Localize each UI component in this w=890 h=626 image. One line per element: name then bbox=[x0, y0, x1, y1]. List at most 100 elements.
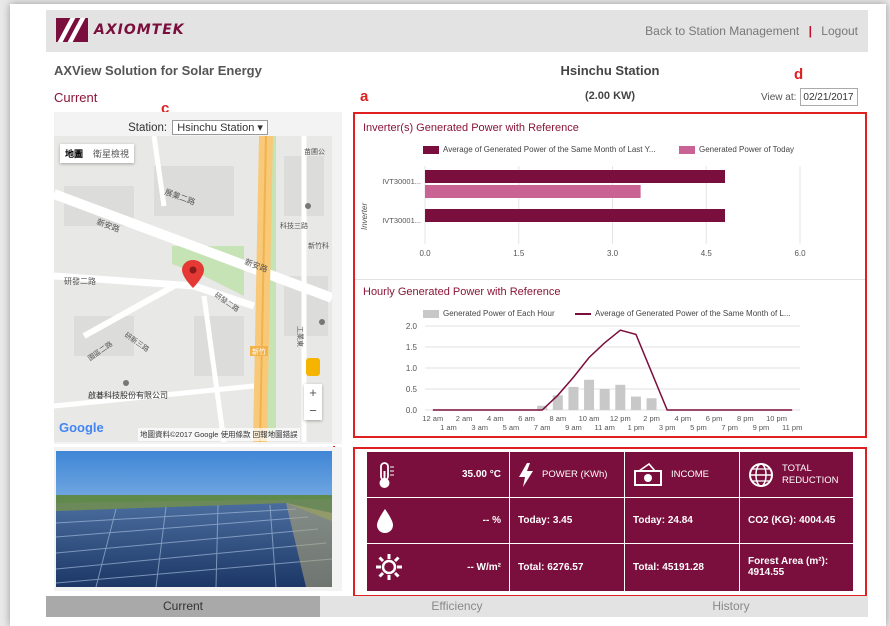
x-tick-label: 1.5 bbox=[513, 249, 525, 258]
street-view-pegman-icon[interactable] bbox=[306, 358, 320, 376]
irradiance-cell: -- W/m² bbox=[367, 544, 509, 590]
station-select-value: Hsinchu Station bbox=[177, 122, 255, 134]
hour-bar bbox=[584, 379, 595, 410]
x-tick-label-bottom: 5 am bbox=[503, 423, 520, 432]
station-power: (2.00 KW) bbox=[584, 90, 636, 102]
logo-mark-icon bbox=[56, 18, 88, 42]
hourly-chart-title: Hourly Generated Power with Reference bbox=[363, 286, 561, 298]
x-tick-label-bottom: 1 am bbox=[440, 423, 457, 432]
x-tick-label-top: 4 am bbox=[487, 414, 504, 423]
x-tick-label-bottom: 9 pm bbox=[753, 423, 770, 432]
hourly-chart: 2.0 1.5 1.0 0.5 0.0 12 am 2 am 4 am 6 am 8 am 10 a… bbox=[406, 322, 802, 432]
station-select-row: Station: Hsinchu Station ▾ bbox=[54, 120, 342, 135]
marker-d: d bbox=[794, 66, 804, 83]
co2-value: CO2 (KG): 4004.45 bbox=[740, 498, 853, 544]
svg-text:新竹科: 新竹科 bbox=[308, 241, 329, 250]
y-tick-label: 0.0 bbox=[406, 406, 418, 415]
x-tick-label-bottom: 3 am bbox=[471, 423, 488, 432]
reduction-header-line1: TOTAL bbox=[782, 462, 812, 474]
bottom-tab-bar: Current Efficiency History bbox=[46, 596, 868, 617]
station-map[interactable]: 新安路 新安路 研發二路 展業二路 科技三路 研新三路 研發二路 新竹科 苗圃公… bbox=[54, 136, 332, 442]
x-tick-label-bottom: 9 am bbox=[565, 423, 582, 432]
view-at: View at: bbox=[761, 88, 859, 106]
hourly-legend-each[interactable]: Generated Power of Each Hour bbox=[423, 309, 555, 318]
y-axis-label: Inverter bbox=[360, 203, 369, 230]
axiomtek-logo[interactable]: AXIOMTEK bbox=[56, 18, 185, 42]
inverter-legend-today[interactable]: Generated Power of Today bbox=[679, 145, 794, 154]
irradiance-value: -- W/m² bbox=[467, 561, 501, 573]
map-attribution[interactable]: 地圖資料©2017 Google 使用條款 回報地圖錯誤 bbox=[138, 428, 300, 441]
map-canvas: 新安路 新安路 研發二路 展業二路 科技三路 研新三路 研發二路 新竹科 苗圃公… bbox=[54, 136, 332, 442]
x-tick-label-bottom: 3 pm bbox=[659, 423, 676, 432]
water-drop-icon bbox=[377, 508, 393, 533]
logo-text: AXIOMTEK bbox=[94, 22, 185, 38]
y-tick-label: 2.0 bbox=[406, 322, 418, 331]
income-header: INCOME bbox=[625, 452, 739, 498]
income-column: INCOME Today: 24.84 Total: 45191.28 bbox=[625, 452, 740, 591]
reduction-header: TOTAL REDUCTION bbox=[740, 452, 853, 498]
hour-bar bbox=[599, 389, 610, 410]
temperature-cell: 35.00 °C bbox=[367, 452, 509, 498]
tab-current[interactable]: Current bbox=[46, 596, 320, 617]
inverter-legend-avg-label: Average of Generated Power of the Same M… bbox=[443, 145, 656, 154]
stats-panel: 35.00 °C -- % -- W/m² POWER (KWh) Today:… bbox=[353, 447, 867, 597]
hourly-legend-each-label: Generated Power of Each Hour bbox=[443, 309, 555, 318]
x-tick-label-bottom: 7 pm bbox=[721, 423, 738, 432]
inverter-bar-chart: Inverter 0.0 1.5 3.0 4.5 6.0 IVT30001... IVT300… bbox=[360, 166, 806, 258]
x-tick-label: 3.0 bbox=[607, 249, 619, 258]
x-tick-label: 0.0 bbox=[419, 249, 431, 258]
power-header: POWER (KWh) bbox=[510, 452, 624, 498]
y-tick-label: 1.0 bbox=[406, 364, 418, 373]
tab-history[interactable]: History bbox=[594, 596, 868, 617]
x-tick-label-top: 10 pm bbox=[766, 414, 787, 423]
marker-a: a bbox=[360, 88, 369, 105]
humidity-cell: -- % bbox=[367, 498, 509, 544]
x-tick-label-top: 6 pm bbox=[706, 414, 723, 423]
x-tick-label-top: 6 am bbox=[518, 414, 535, 423]
station-select[interactable]: Hsinchu Station ▾ bbox=[172, 120, 268, 135]
top-header: AXIOMTEK Back to Station Management | Lo… bbox=[46, 10, 868, 52]
inverter-chart-title: Inverter(s) Generated Power with Referen… bbox=[363, 122, 579, 134]
svg-text:研發二路: 研發二路 bbox=[64, 276, 96, 286]
map-type-control: 地圖 衛星檢視 bbox=[60, 144, 135, 163]
income-header-label: INCOME bbox=[671, 469, 709, 480]
inverter-legend-today-label: Generated Power of Today bbox=[699, 145, 795, 154]
x-tick-label: 4.5 bbox=[701, 249, 713, 258]
power-column: POWER (KWh) Today: 3.45 Total: 6276.57 bbox=[510, 452, 625, 591]
income-today: Today: 24.84 bbox=[625, 498, 739, 544]
zoom-control: + − bbox=[304, 384, 322, 420]
google-logo: Google bbox=[59, 420, 104, 435]
hour-bar bbox=[646, 398, 657, 410]
map-type-satellite[interactable]: 衛星檢視 bbox=[88, 144, 134, 163]
tab-efficiency[interactable]: Efficiency bbox=[320, 596, 594, 617]
income-total: Total: 45191.28 bbox=[633, 561, 704, 573]
hour-bar bbox=[568, 386, 579, 410]
x-tick-label-top: 12 pm bbox=[610, 414, 631, 423]
view-at-label: View at: bbox=[761, 91, 797, 103]
humidity-value: -- % bbox=[482, 515, 501, 526]
power-today: Today: 3.45 bbox=[510, 498, 624, 544]
power-total: Total: 6276.57 bbox=[518, 561, 584, 573]
svg-text:科技三路: 科技三路 bbox=[280, 221, 308, 230]
hour-bar bbox=[552, 395, 563, 410]
zoom-out-button[interactable]: − bbox=[304, 402, 322, 420]
reduction-column: TOTAL REDUCTION CO2 (KG): 4004.45 Forest … bbox=[740, 452, 853, 591]
svg-text:啟碁科技股份有限公司: 啟碁科技股份有限公司 bbox=[88, 390, 168, 400]
map-type-map[interactable]: 地圖 bbox=[60, 144, 88, 163]
avg-line bbox=[432, 329, 793, 411]
x-tick-label: 6.0 bbox=[794, 249, 806, 258]
logout-link[interactable]: Logout bbox=[821, 24, 858, 38]
station-select-label: Station: bbox=[128, 122, 168, 134]
back-to-station-link[interactable]: Back to Station Management bbox=[645, 24, 799, 38]
thermometer-icon bbox=[379, 461, 394, 488]
inverter-legend-avg[interactable]: Average of Generated Power of the Same M… bbox=[423, 145, 656, 154]
x-tick-label-top: 8 pm bbox=[737, 414, 754, 423]
solar-farm-photo bbox=[54, 447, 342, 591]
zoom-in-button[interactable]: + bbox=[304, 384, 322, 402]
sun-gear-icon bbox=[376, 554, 402, 580]
x-tick-label-bottom: 11 am bbox=[595, 423, 615, 432]
hour-bar bbox=[630, 396, 641, 410]
x-tick-label-bottom: 11 pm bbox=[782, 423, 802, 432]
hourly-legend-avg[interactable]: Average of Generated Power of the Same M… bbox=[575, 309, 791, 318]
date-input[interactable] bbox=[800, 88, 859, 106]
